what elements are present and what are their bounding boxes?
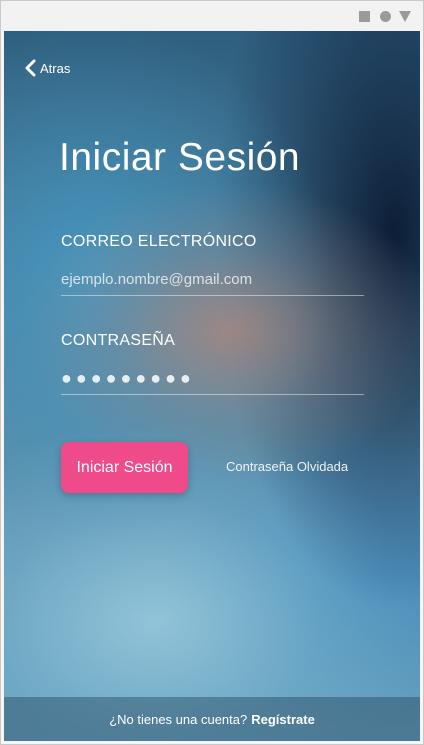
back-button[interactable]: Atras — [24, 58, 70, 78]
password-field[interactable] — [61, 363, 364, 395]
password-label: CONTRASEÑA — [61, 332, 176, 349]
forgot-password-link[interactable]: Contraseña Olvidada — [226, 459, 348, 474]
signup-prompt: ¿No tienes una cuenta? — [109, 711, 248, 727]
window-titlebar — [1, 1, 423, 31]
square-icon[interactable] — [359, 11, 370, 22]
email-field[interactable] — [61, 263, 364, 296]
page-title: Iniciar Sesión — [59, 136, 301, 179]
circle-icon[interactable] — [380, 11, 391, 22]
triangle-down-icon[interactable] — [399, 11, 411, 22]
login-button[interactable]: Iniciar Sesión — [61, 442, 188, 493]
signup-bar: ¿No tienes una cuenta? Regístrate — [4, 697, 420, 741]
signup-link[interactable]: Regístrate — [251, 712, 315, 727]
login-screen: Atras Iniciar Sesión CORREO ELECTRÓNICO … — [4, 31, 420, 741]
device-frame: Atras Iniciar Sesión CORREO ELECTRÓNICO … — [0, 0, 424, 745]
email-label: CORREO ELECTRÓNICO — [61, 233, 257, 250]
chevron-left-icon — [24, 59, 36, 77]
back-label: Atras — [40, 60, 71, 76]
